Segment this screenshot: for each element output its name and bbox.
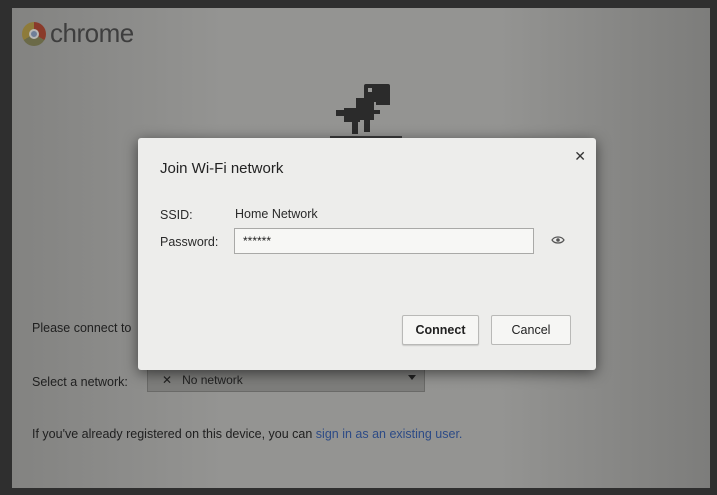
ssid-value: Home Network: [235, 207, 318, 221]
existing-user-message: If you've already registered on this dev…: [32, 427, 462, 441]
existing-user-text: If you've already registered on this dev…: [32, 427, 316, 441]
password-label: Password:: [160, 235, 219, 249]
network-select[interactable]: ✕ No network: [147, 368, 425, 392]
chevron-down-icon: [408, 375, 416, 380]
eye-icon[interactable]: [551, 235, 565, 245]
oobe-screen: chrome Please connect to Select a networ…: [12, 8, 710, 488]
brand-name: chrome: [50, 18, 134, 48]
ssid-label: SSID:: [160, 208, 193, 222]
password-input[interactable]: [234, 228, 534, 254]
connect-button[interactable]: Connect: [402, 315, 479, 345]
network-select-value: No network: [182, 373, 243, 387]
connect-prompt: Please connect to: [32, 321, 132, 335]
select-network-label: Select a network:: [32, 375, 128, 389]
chrome-logo-icon: [22, 21, 46, 46]
dialog-title: Join Wi-Fi network: [160, 160, 284, 177]
cancel-button[interactable]: Cancel: [491, 315, 571, 345]
chrome-logo: chrome: [22, 18, 134, 49]
close-icon[interactable]: ✕: [574, 148, 586, 165]
sign-in-existing-user-link[interactable]: sign in as an existing user.: [316, 427, 463, 441]
join-wifi-dialog: Join Wi-Fi network ✕ SSID: Home Network …: [138, 138, 596, 370]
no-network-icon: ✕: [162, 373, 173, 387]
